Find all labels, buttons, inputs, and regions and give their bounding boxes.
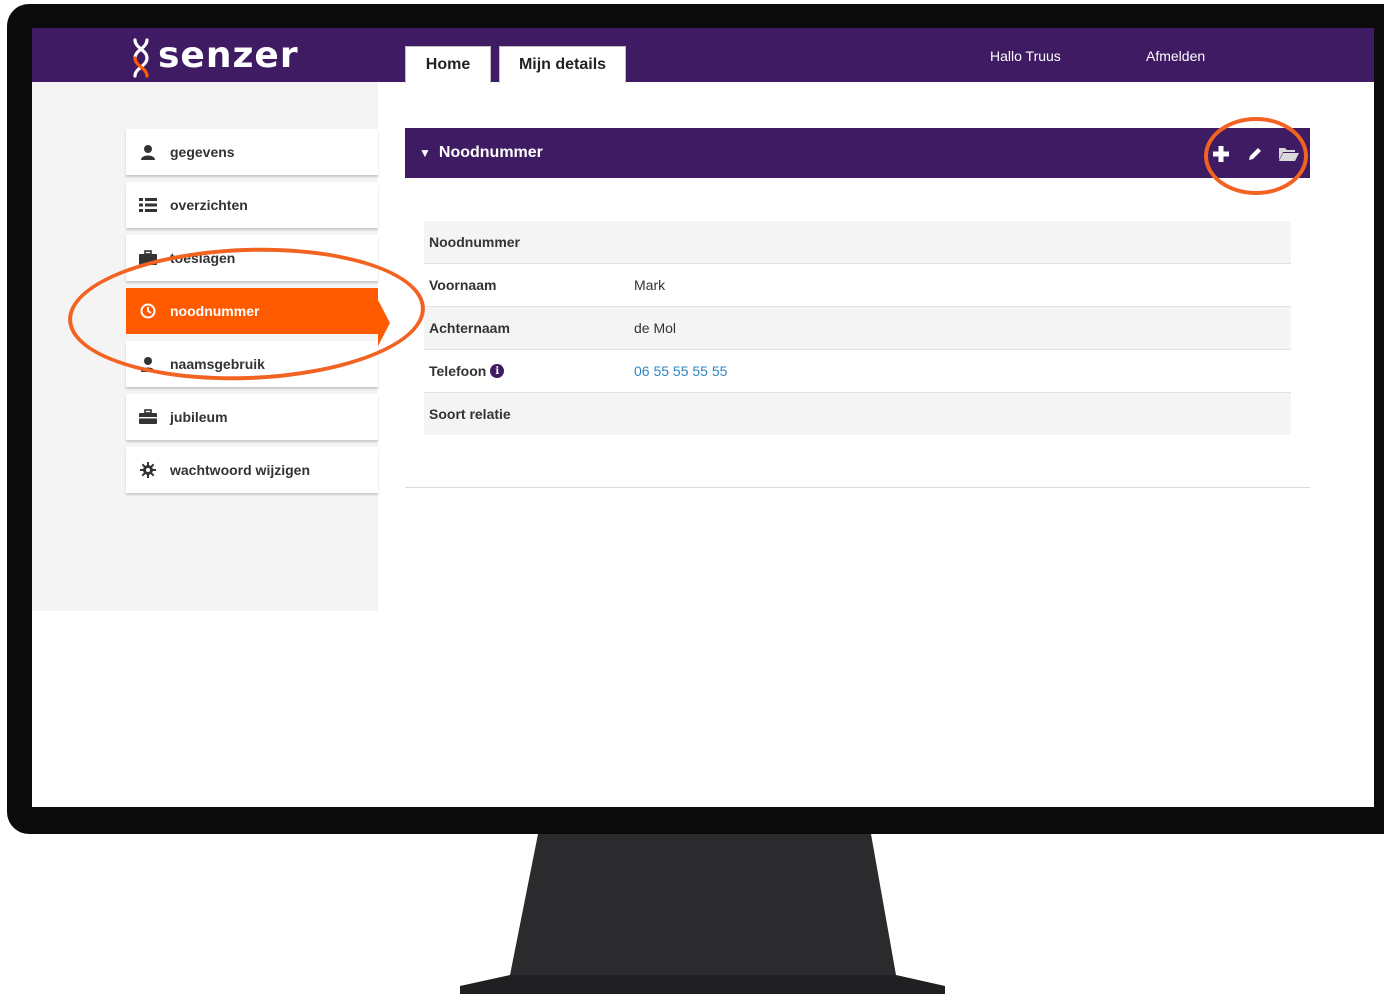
senzer-logo[interactable]: senzer	[130, 34, 299, 78]
sidebar-item-gegevens[interactable]: gegevens	[126, 129, 378, 175]
row-label: Telefoon	[429, 363, 487, 379]
panel-divider	[405, 487, 1310, 488]
phone-link[interactable]: 06 55 55 55 55	[634, 363, 727, 379]
row-label: Noodnummer	[429, 234, 520, 250]
table-row: Telefoon i 06 55 55 55 55	[424, 350, 1291, 393]
row-label-wrap: Telefoon i	[424, 363, 634, 379]
sidebar-item-wachtwoord-wijzigen[interactable]: wachtwoord wijzigen	[126, 447, 378, 493]
sidebar-item-label: wachtwoord wijzigen	[170, 462, 311, 478]
panel-title: Noodnummer	[438, 144, 543, 161]
tab-mijn-details-label: Mijn details	[518, 56, 607, 73]
tab-home-label: Home	[425, 56, 471, 73]
plus-icon[interactable]	[1210, 143, 1232, 165]
sidebar-item-toeslagen[interactable]: toeslagen	[126, 235, 378, 281]
info-icon[interactable]: i	[490, 364, 505, 378]
panel-header-noodnummer[interactable]: ▼ Noodnummer	[405, 128, 1310, 178]
table-row: Achternaam de Mol	[424, 307, 1291, 350]
sidebar-item-noodnummer[interactable]: noodnummer	[126, 288, 378, 334]
sidebar-item-label: gegevens	[170, 144, 235, 160]
row-label: Voornaam	[429, 277, 497, 293]
sidebar-item-label: toeslagen	[170, 250, 236, 266]
tab-home[interactable]: Home	[405, 46, 491, 83]
tab-mijn-details[interactable]: Mijn details	[499, 46, 626, 83]
row-value: de Mol	[634, 320, 677, 336]
table-row: Voornaam Mark	[424, 264, 1291, 307]
row-label: Achternaam	[429, 320, 510, 336]
sidebar-item-label: noodnummer	[170, 303, 260, 319]
chevron-down-icon: ▼	[419, 146, 431, 160]
table-row: Soort relatie	[424, 393, 1291, 435]
pencil-icon[interactable]	[1244, 143, 1266, 165]
sidebar-item-label: jubileum	[170, 409, 228, 425]
user-icon	[138, 354, 158, 374]
row-value: Mark	[634, 277, 666, 293]
briefcase-icon	[138, 407, 158, 427]
sidebar-item-label: overzichten	[170, 197, 248, 213]
clock-icon	[138, 301, 158, 321]
table-row: Noodnummer	[424, 221, 1291, 264]
briefcase-icon	[138, 248, 158, 268]
logo-text: senzer	[158, 35, 299, 76]
senzer-logo-icon	[133, 38, 149, 78]
list-icon	[138, 195, 158, 215]
screen: senzer Home Mijn details Hallo Truus Afm…	[32, 28, 1374, 807]
details-table: Noodnummer Voornaam Mark Achternaam de M…	[424, 221, 1291, 435]
row-label: Soort relatie	[429, 406, 511, 422]
panel-actions	[1210, 143, 1300, 165]
sidebar-item-label: naamsgebruik	[170, 356, 265, 372]
user-greeting[interactable]: Hallo Truus	[990, 48, 1061, 64]
active-item-arrow	[378, 300, 390, 346]
sidebar-item-naamsgebruik[interactable]: naamsgebruik	[126, 341, 378, 387]
user-icon	[138, 142, 158, 162]
sidebar-item-jubileum[interactable]: jubileum	[126, 394, 378, 440]
top-bar: senzer Home Mijn details Hallo Truus Afm…	[32, 28, 1374, 83]
sidebar-item-overzichten[interactable]: overzichten	[126, 182, 378, 228]
folder-open-icon[interactable]	[1278, 143, 1300, 165]
gear-icon	[138, 460, 158, 480]
logout-link[interactable]: Afmelden	[1146, 48, 1205, 64]
